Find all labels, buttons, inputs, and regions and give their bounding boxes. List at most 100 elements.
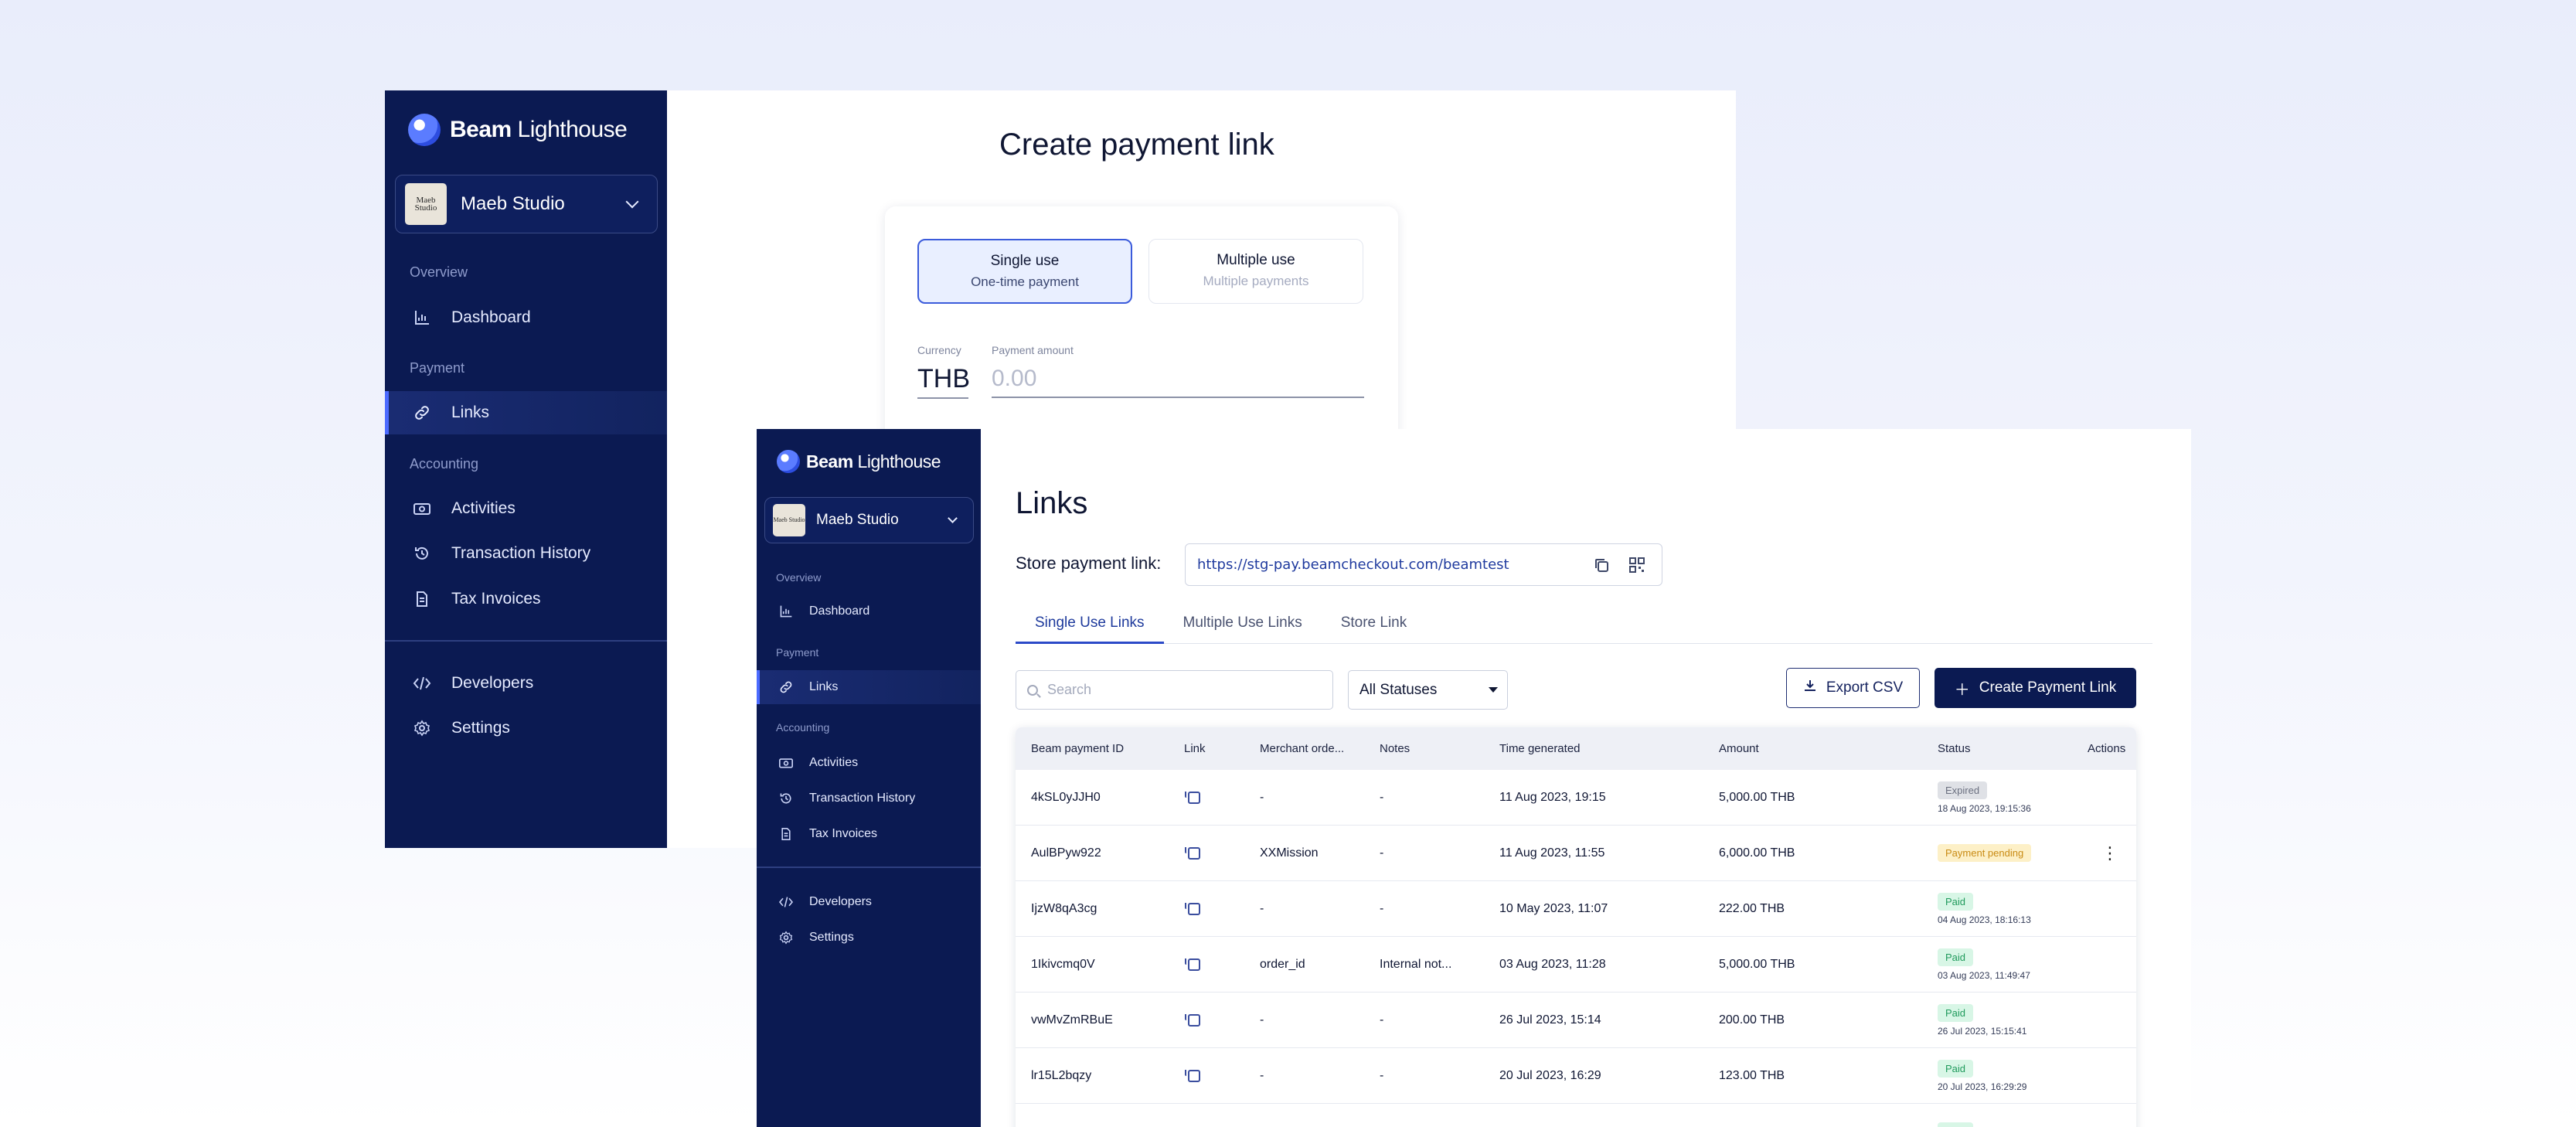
actions-cell — [2072, 1066, 2136, 1086]
table-row[interactable]: 4kSL0yJJH0 - - 11 Aug 2023, 19:15 5,000.00 T… — [1016, 770, 2136, 826]
sidebar-item-developers[interactable]: Developers — [385, 662, 667, 705]
table-row[interactable]: lr15L2bqzy - - 20 Jul 2023, 16:29 123.00 THB… — [1016, 1048, 2136, 1104]
org-avatar: Maeb Studio — [405, 183, 447, 225]
page-title: Create payment link — [999, 128, 1274, 162]
status-time: 26 Jul 2023, 15:15:41 — [1938, 1025, 2027, 1037]
sidebar-item-dashboard[interactable]: Dashboard — [385, 296, 667, 339]
link-icon — [778, 679, 794, 695]
links-tabs: Single Use Links Multiple Use Links Stor… — [1016, 599, 2152, 644]
payment-id-cell[interactable]: 4kSL0yJJH0 — [1016, 791, 1169, 805]
more-icon[interactable]: ⋮ — [2101, 843, 2118, 863]
section-payment: Payment — [776, 646, 819, 659]
sidebar-item-label: Tax Invoices — [451, 590, 541, 608]
single-use-title: Single use — [990, 253, 1060, 269]
beam-logo-icon — [777, 450, 800, 473]
sidebar-item-transaction-history[interactable]: Transaction History — [385, 532, 667, 575]
copy-icon[interactable] — [1185, 1069, 1200, 1082]
org-switcher[interactable]: Maeb Studio Maeb Studio — [395, 175, 658, 233]
sidebar-item-tax-invoices[interactable]: Tax Invoices — [757, 817, 981, 851]
brand[interactable]: Beam Lighthouse — [777, 450, 941, 473]
brand-name-light: Lighthouse — [852, 451, 941, 472]
tab-store-link[interactable]: Store Link — [1322, 599, 1427, 643]
table-row[interactable]: AulBPyw922 XXMission - 11 Aug 2023, 11:55 6,… — [1016, 826, 2136, 881]
column-header[interactable]: Beam payment ID — [1016, 742, 1169, 755]
sidebar-divider — [757, 867, 981, 868]
table-row[interactable]: IjzW8qA3cg - - 10 May 2023, 11:07 222.00 THB… — [1016, 881, 2136, 937]
sidebar-item-tax-invoices[interactable]: Tax Invoices — [385, 577, 667, 621]
amount-input[interactable]: 0.00 — [992, 366, 1364, 398]
actions-cell — [2072, 899, 2136, 919]
payment-id-cell[interactable]: lr15L2bqzy — [1016, 1069, 1169, 1083]
sidebar-item-label: Activities — [451, 499, 516, 517]
status-badge: Paid — [1938, 892, 1974, 911]
payment-id-cell[interactable]: 1Ikivcmq0V — [1016, 958, 1169, 972]
tab-multiple-use-links[interactable]: Multiple Use Links — [1164, 599, 1322, 643]
qr-code-icon[interactable] — [1626, 554, 1648, 576]
sidebar-item-label: Developers — [809, 895, 872, 908]
history-icon — [413, 544, 431, 563]
notes-cell: - — [1380, 1068, 1384, 1082]
actions-cell — [2072, 788, 2136, 808]
download-icon — [1803, 679, 1817, 697]
column-header[interactable]: Amount — [1703, 742, 1922, 755]
chevron-down-icon — [948, 513, 958, 523]
currency-select[interactable]: THB — [917, 364, 970, 399]
actions-cell: ⋮ — [2072, 843, 2136, 863]
time-generated-cell: 20 Jul 2023, 16:29 — [1499, 1068, 1601, 1082]
org-switcher[interactable]: Maeb Studio Maeb Studio — [764, 497, 974, 543]
search-input[interactable]: Search — [1016, 670, 1333, 710]
column-header[interactable]: Status — [1922, 742, 2072, 755]
copy-icon[interactable] — [1185, 791, 1200, 804]
create-payment-link-button[interactable]: ＋ Create Payment Link — [1935, 668, 2136, 708]
payment-id-cell[interactable]: IjzW8qA3cg — [1016, 902, 1169, 916]
tab-single-use-links[interactable]: Single Use Links — [1016, 599, 1164, 644]
sidebar-item-label: Developers — [451, 674, 534, 692]
status-cell: Paid 03 Aug 2023, 11:49:47 — [1922, 948, 2072, 981]
sidebar-item-links[interactable]: Links — [757, 670, 981, 704]
table-row[interactable]: vwMvZmRBuE - - 26 Jul 2023, 15:14 200.00 THB… — [1016, 993, 2136, 1048]
document-icon — [778, 826, 794, 842]
sidebar-item-activities[interactable]: Activities — [385, 487, 667, 530]
status-filter-select[interactable]: All Statuses — [1348, 670, 1508, 710]
brand[interactable]: Beam Lighthouse — [408, 114, 628, 146]
column-header[interactable]: Notes — [1364, 742, 1484, 755]
sidebar-item-label: Settings — [809, 931, 854, 944]
store-link-url[interactable]: https://stg-pay.beamcheckout.com/beamtes… — [1197, 557, 1591, 573]
link-icon — [413, 403, 431, 422]
merchant-order-cell: - — [1260, 901, 1264, 915]
table-row[interactable]: 1Ikivcmq0V order_id Internal not... 03 Aug … — [1016, 937, 2136, 993]
org-name: Maeb Studio — [816, 512, 899, 528]
copy-icon[interactable] — [1591, 554, 1612, 576]
single-use-option[interactable]: Single use One-time payment — [917, 239, 1132, 304]
sidebar-item-settings[interactable]: Settings — [385, 707, 667, 750]
export-csv-button[interactable]: Export CSV — [1786, 668, 1920, 708]
status-time: 04 Aug 2023, 18:16:13 — [1938, 914, 2031, 925]
links-window: Beam Lighthouse Maeb Studio Maeb Studio … — [757, 429, 2191, 1127]
notes-cell: Internal not... — [1380, 957, 1452, 971]
copy-icon[interactable] — [1185, 1013, 1200, 1027]
payment-id-cell[interactable]: AulBPyw922 — [1016, 846, 1169, 860]
sidebar-item-dashboard[interactable]: Dashboard — [757, 594, 981, 628]
link-cell — [1169, 791, 1244, 804]
sidebar-item-activities[interactable]: Activities — [757, 746, 981, 780]
sidebar-item-settings[interactable]: Settings — [757, 921, 981, 955]
copy-icon[interactable] — [1185, 958, 1200, 971]
status-filter-value: All Statuses — [1359, 681, 1438, 698]
copy-icon[interactable] — [1185, 902, 1200, 915]
time-generated-cell: 03 Aug 2023, 11:28 — [1499, 957, 1606, 971]
column-header[interactable]: Merchant orde... — [1244, 742, 1364, 755]
search-placeholder: Search — [1047, 682, 1092, 697]
payment-id-cell[interactable]: vwMvZmRBuE — [1016, 1013, 1169, 1027]
multiple-use-option[interactable]: Multiple use Multiple payments — [1148, 239, 1363, 304]
sidebar-item-label: Dashboard — [451, 308, 531, 326]
table-row[interactable]: Paid — [1016, 1104, 2136, 1127]
sidebar-item-label: Links — [809, 680, 839, 693]
sidebar-item-links[interactable]: Links — [385, 391, 667, 434]
table-header: Beam payment ID Link Merchant orde... No… — [1016, 727, 2136, 770]
store-link-box: https://stg-pay.beamcheckout.com/beamtes… — [1185, 543, 1662, 586]
copy-icon[interactable] — [1185, 846, 1200, 860]
column-header[interactable]: Time generated — [1484, 742, 1703, 755]
sidebar-item-developers[interactable]: Developers — [757, 885, 981, 919]
sidebar-item-label: Dashboard — [809, 604, 870, 618]
sidebar-item-transaction-history[interactable]: Transaction History — [757, 781, 981, 815]
